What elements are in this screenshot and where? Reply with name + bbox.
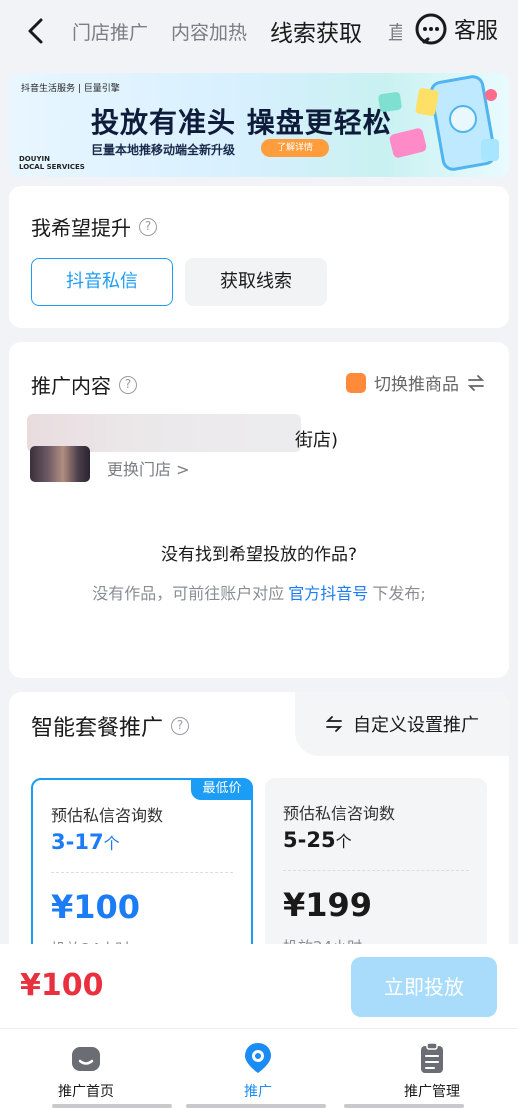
divider — [283, 870, 469, 871]
goal-option-get-leads[interactable]: 获取线索 — [185, 258, 327, 306]
package-price: ¥199 — [283, 886, 373, 924]
package-estimate-label: 预估私信咨询数 — [51, 806, 164, 825]
package-title: 智能套餐推广 — [31, 716, 164, 741]
content-title: 推广内容 — [31, 374, 111, 398]
launch-now-button[interactable]: 立即投放 — [351, 957, 497, 1017]
empty-works-description: 没有作品，可前往账户对应 官方抖音号 下发布; — [92, 584, 426, 603]
goal-option-douyin-message[interactable]: 抖音私信 — [31, 258, 173, 306]
package-estimate-range: 3-17个 — [51, 830, 120, 854]
change-store-link[interactable]: 更换门店 > — [107, 456, 190, 480]
tabbar-label: 推广管理 — [404, 1084, 460, 1100]
tab-live-partial[interactable]: 直 — [388, 18, 402, 45]
switch-to-product-button[interactable]: 切换推商品 — [346, 370, 485, 395]
package-estimate-label: 预估私信咨询数 — [283, 804, 396, 823]
tab-indicator — [344, 1104, 464, 1108]
divider — [51, 872, 233, 873]
tabbar-item-promotion[interactable]: 推广 — [172, 1041, 344, 1101]
product-bag-icon — [346, 372, 366, 393]
store-name: 街店) — [295, 430, 339, 451]
customer-service-label: 客服 — [453, 19, 498, 44]
top-nav: 门店推广 内容加热 线索获取 直 客服 — [0, 0, 518, 62]
banner-phone-illustration — [378, 75, 499, 171]
tab-indicator — [186, 1104, 326, 1108]
back-arrow-icon[interactable] — [22, 16, 50, 46]
banner-learn-more-button[interactable]: 了解详情 — [261, 139, 329, 157]
customer-service-button[interactable]: 客服 — [414, 12, 498, 46]
home-icon — [72, 1047, 100, 1071]
goal-title: 我希望提升 — [31, 216, 131, 240]
lowest-price-badge: 最低价 — [191, 778, 253, 800]
promo-banner[interactable]: 抖音生活服务 | 巨量引擎 投放有准头 操盘更轻松 巨量本地推移动端全新升级 了… — [9, 73, 509, 177]
clipboard-icon — [421, 1042, 443, 1073]
custom-settings-label: 自定义设置推广 — [353, 715, 479, 736]
banner-subtitle: 巨量本地推移动端全新升级 — [91, 143, 236, 157]
tabbar-label: 推广 — [244, 1084, 272, 1100]
headset-icon — [415, 13, 447, 45]
location-pin-icon — [245, 1043, 271, 1073]
banner-title: 投放有准头 操盘更轻松 — [91, 106, 392, 139]
package-price: ¥100 — [51, 888, 141, 926]
tabbar-item-management[interactable]: 推广管理 — [346, 1041, 518, 1101]
total-price: ¥100 — [20, 968, 104, 1003]
help-icon[interactable]: ? — [119, 375, 137, 394]
custom-settings-tab[interactable]: 自定义设置推广 — [295, 692, 509, 756]
official-douyin-account-link[interactable]: 官方抖音号 — [288, 584, 368, 603]
store-thumbnail — [30, 446, 90, 482]
tabbar-item-home[interactable]: 推广首页 — [0, 1041, 172, 1101]
package-estimate-range: 5-25个 — [283, 828, 352, 852]
help-icon[interactable]: ? — [171, 717, 190, 735]
tab-lead-acquisition[interactable]: 线索获取 — [270, 14, 362, 48]
switch-label: 切换推商品 — [374, 375, 459, 395]
swap-arrows-icon — [325, 716, 343, 732]
tab-indicator — [52, 1104, 172, 1108]
banner-brand: 抖音生活服务 | 巨量引擎 — [21, 84, 120, 94]
pay-bar: ¥100 立即投放 — [0, 944, 518, 1028]
goal-card: 我希望提升 ? 抖音私信 获取线索 — [9, 186, 509, 328]
help-icon[interactable]: ? — [139, 217, 157, 236]
tab-content-boost[interactable]: 内容加热 — [171, 18, 247, 45]
banner-logo: DOUYIN LOCAL SERVICES — [19, 155, 85, 171]
swap-arrows-icon — [467, 374, 485, 391]
tabbar-label: 推广首页 — [58, 1084, 114, 1100]
content-card: 推广内容 ? 切换推商品 街店) 更换门店 > 没有找到希望投放的作品? 没有作… — [9, 342, 509, 678]
empty-works-title: 没有找到希望投放的作品? — [160, 545, 358, 565]
bottom-tab-bar: 推广首页 推广 推广管理 — [0, 1028, 518, 1108]
tab-store-promotion[interactable]: 门店推广 — [72, 18, 148, 45]
